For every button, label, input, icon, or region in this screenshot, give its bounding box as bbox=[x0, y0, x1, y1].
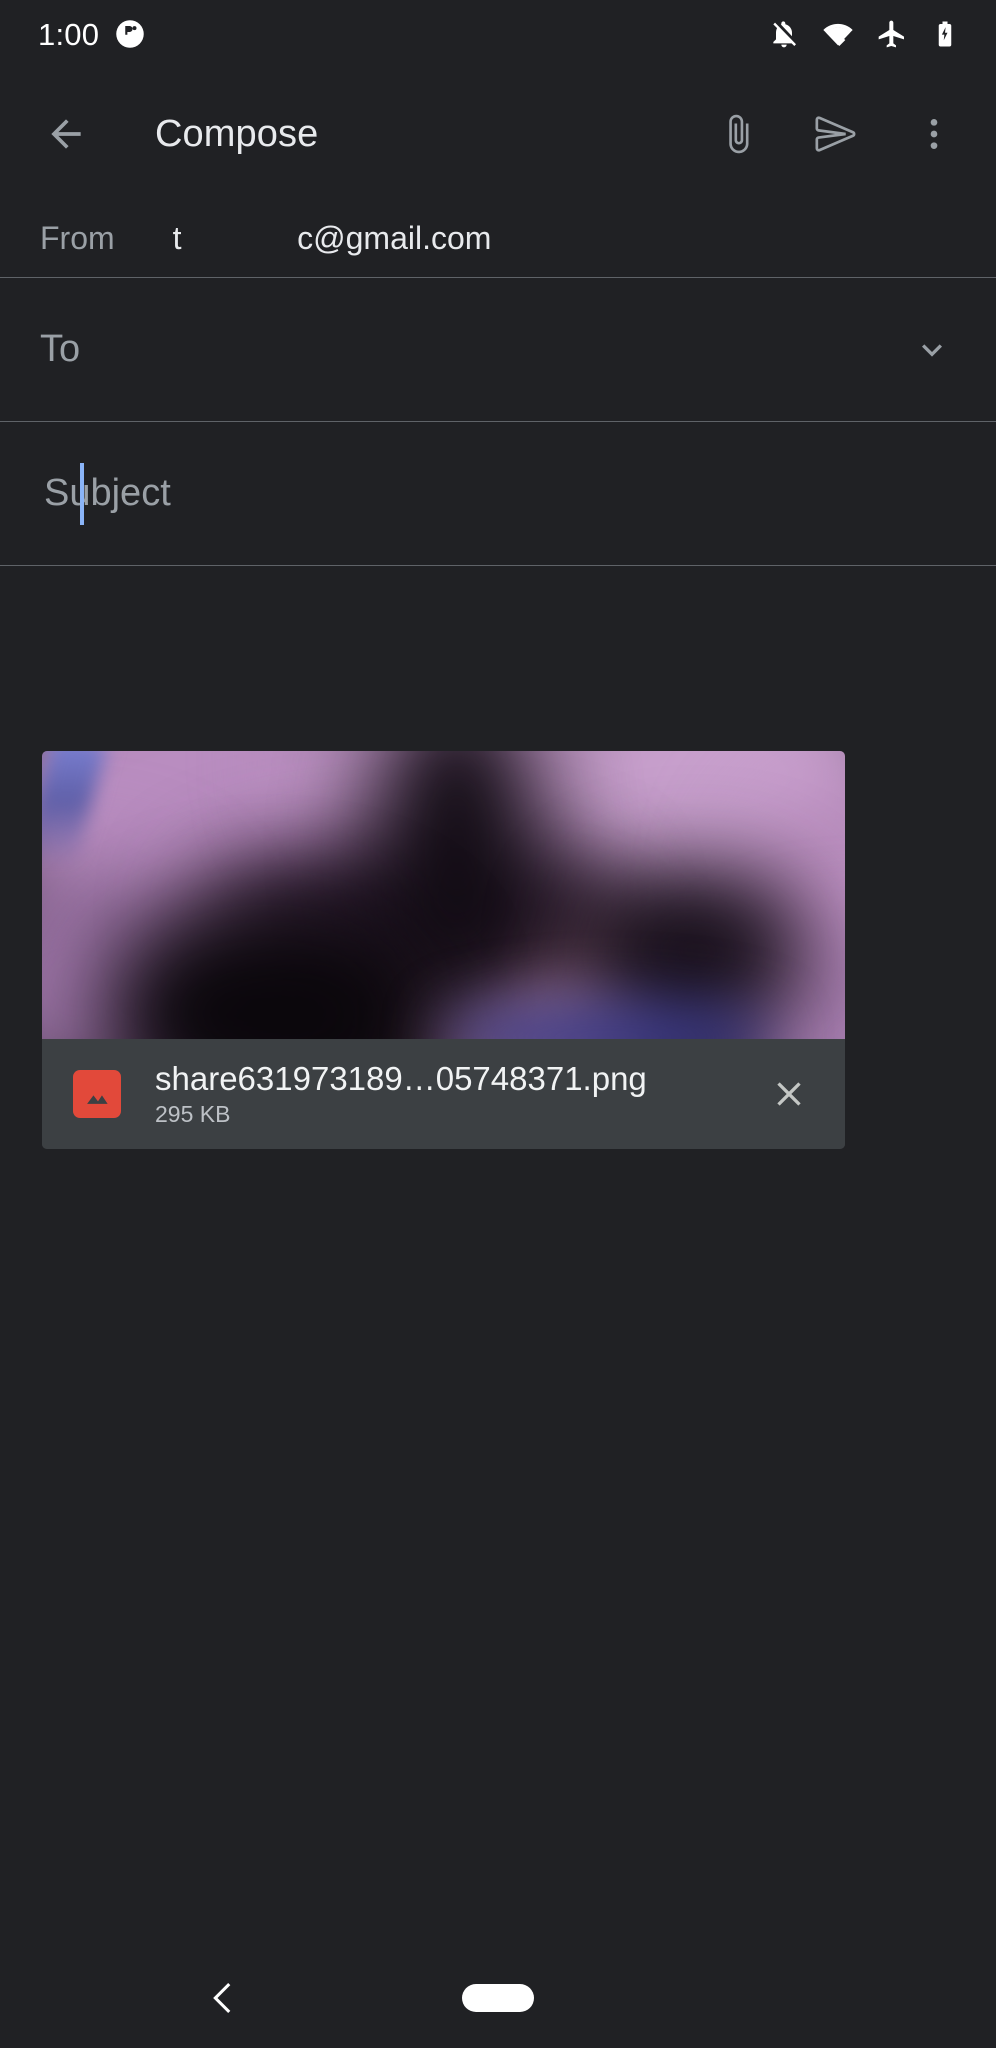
to-row[interactable]: To bbox=[0, 278, 996, 422]
from-label: From bbox=[40, 220, 115, 256]
chevron-down-icon bbox=[922, 343, 942, 357]
subject-row[interactable]: Subject bbox=[0, 422, 996, 566]
close-icon bbox=[777, 1082, 801, 1106]
page-title: Compose bbox=[155, 112, 319, 155]
from-address: t c@gmail.com bbox=[172, 220, 492, 256]
status-bar-left: 1:00 bbox=[38, 19, 145, 50]
attachment-card[interactable]: share631973189…05748371.png 295 KB bbox=[42, 751, 845, 1149]
notifications-off-icon bbox=[768, 18, 800, 50]
app-bar-actions bbox=[702, 98, 970, 170]
wifi-icon bbox=[822, 18, 854, 50]
arrow-back-icon bbox=[51, 119, 81, 149]
send-icon bbox=[815, 116, 856, 152]
status-clock: 1:00 bbox=[38, 16, 100, 52]
to-input[interactable]: To bbox=[40, 328, 902, 371]
back-button[interactable] bbox=[30, 98, 102, 170]
text-caret bbox=[80, 462, 84, 525]
attachment-file-name: share631973189…05748371.png bbox=[155, 1060, 647, 1097]
attachment-file-size: 295 KB bbox=[155, 1101, 231, 1127]
nav-back-chevron-icon bbox=[213, 1983, 231, 2013]
status-bar-right bbox=[768, 18, 968, 50]
airplane-mode-icon bbox=[876, 18, 908, 50]
attachment-details: share631973189…05748371.png 295 KB bbox=[155, 1061, 757, 1128]
send-button[interactable] bbox=[800, 98, 872, 170]
battery-charging-icon bbox=[930, 19, 960, 49]
expand-recipients-button[interactable] bbox=[902, 320, 962, 380]
overflow-menu-button[interactable] bbox=[898, 98, 970, 170]
from-row[interactable]: From t c@gmail.com bbox=[0, 200, 996, 278]
remove-attachment-button[interactable] bbox=[757, 1062, 821, 1126]
compose-body-area[interactable]: share631973189…05748371.png 295 KB bbox=[0, 566, 996, 1948]
more-vert-icon bbox=[930, 119, 938, 149]
attachment-info-bar: share631973189…05748371.png 295 KB bbox=[42, 1039, 845, 1149]
home-gesture-pill[interactable] bbox=[462, 1984, 534, 2012]
attach-button[interactable] bbox=[702, 98, 774, 170]
nav-back-button[interactable] bbox=[190, 1963, 260, 2033]
status-bar: 1:00 bbox=[0, 0, 996, 68]
attachment-image-preview[interactable] bbox=[42, 751, 845, 1039]
image-file-icon bbox=[73, 1070, 121, 1118]
paperclip-icon bbox=[729, 114, 749, 154]
compose-header-fields: From t c@gmail.com To Subject bbox=[0, 200, 996, 566]
subject-input[interactable]: Subject bbox=[40, 472, 962, 515]
compose-screen: 1:00 Compose From t c@gmail.com To Subje… bbox=[0, 0, 996, 2048]
system-navigation-bar bbox=[0, 1948, 996, 2048]
notification-badge-icon bbox=[115, 19, 145, 49]
app-bar: Compose bbox=[0, 68, 996, 200]
